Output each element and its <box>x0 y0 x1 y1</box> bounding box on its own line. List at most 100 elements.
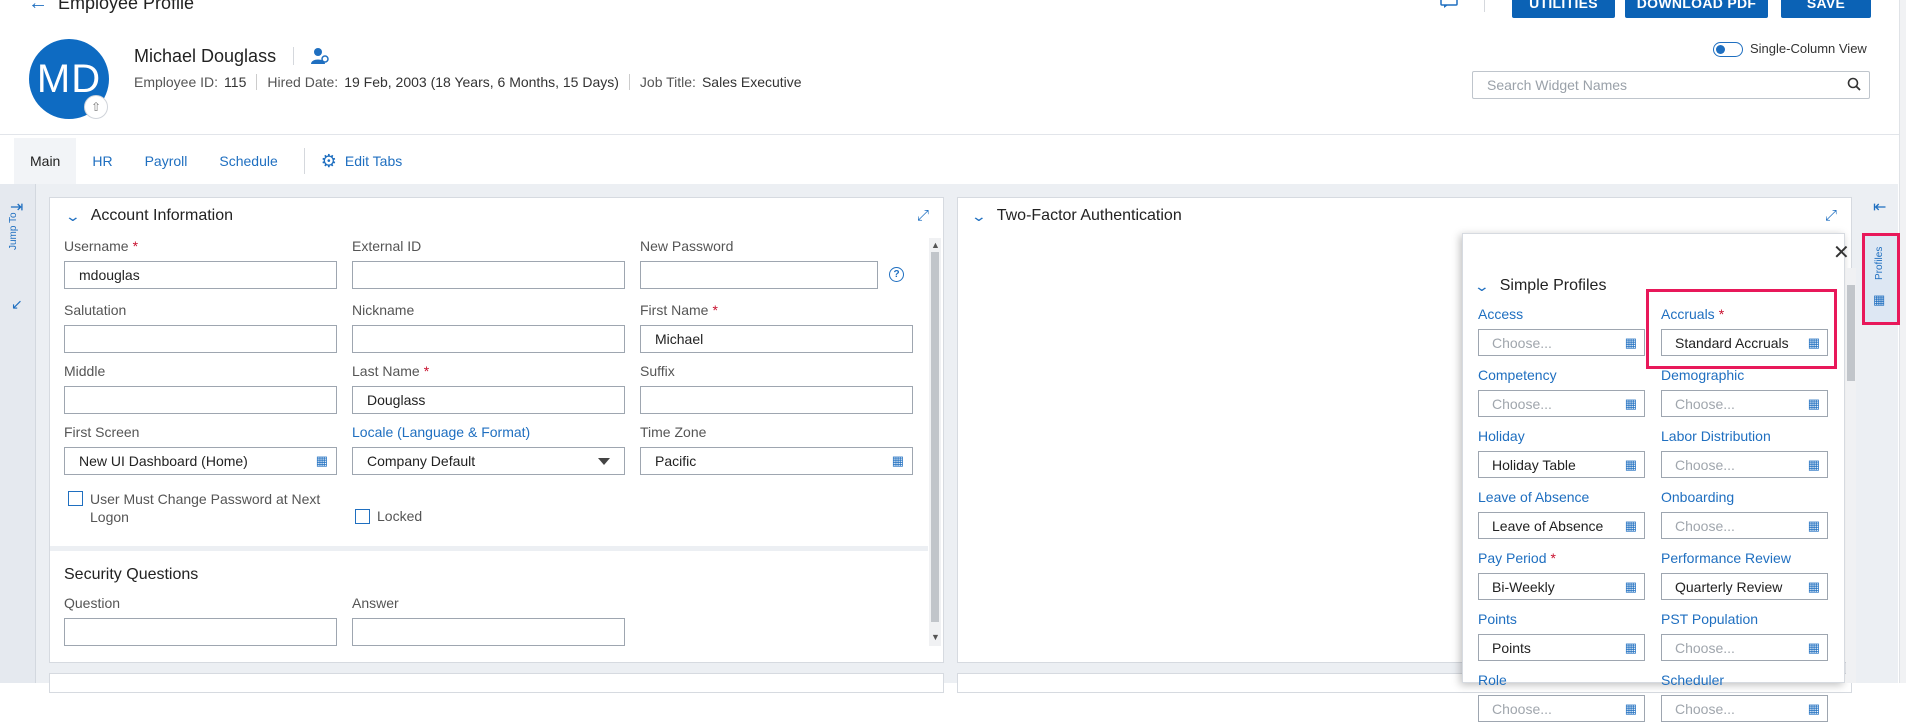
profile-label-pay-period[interactable]: Pay Period * <box>1478 550 1556 566</box>
chevron-down-icon[interactable]: ⌄ <box>1474 278 1490 295</box>
profile-input-performance-review[interactable]: Quarterly Review ▦ <box>1661 573 1828 600</box>
search-icon[interactable] <box>1847 77 1861 94</box>
lookup-icon[interactable]: ▦ <box>1808 579 1820 595</box>
lookup-icon[interactable]: ▦ <box>1625 457 1637 473</box>
lookup-icon[interactable]: ▦ <box>1808 701 1820 717</box>
lookup-icon[interactable]: ▦ <box>1625 640 1637 656</box>
collapse-left-icon[interactable]: ⇤ <box>1873 197 1886 217</box>
jump-to-label[interactable]: Jump To <box>8 212 19 250</box>
scroll-up-icon[interactable]: ▲ <box>931 240 940 250</box>
new-password-input[interactable] <box>640 261 878 289</box>
profile-label-competency[interactable]: Competency <box>1478 367 1557 383</box>
locale-select[interactable]: Company Default <box>352 447 625 475</box>
first-screen-input[interactable]: New UI Dashboard (Home) ▦ <box>64 447 337 475</box>
lookup-icon[interactable]: ▦ <box>1625 335 1637 351</box>
profile-input-access[interactable]: Choose... ▦ <box>1478 329 1645 356</box>
profile-input-demographic[interactable]: Choose... ▦ <box>1661 390 1828 417</box>
tab-hr[interactable]: HR <box>76 138 128 184</box>
lookup-icon[interactable]: ▦ <box>1625 518 1637 534</box>
chevron-down-icon[interactable]: ⌄ <box>65 208 81 225</box>
suffix-label: Suffix <box>640 363 675 379</box>
lookup-icon[interactable]: ▦ <box>1625 396 1637 412</box>
tab-bar: Main HR Payroll Schedule ⚙ Edit Tabs <box>0 138 1898 184</box>
last-name-input[interactable]: Douglass <box>352 386 625 414</box>
chat-icon[interactable] <box>1440 0 1458 11</box>
user-settings-icon[interactable] <box>310 47 330 68</box>
profile-input-pay-period[interactable]: Bi-Weekly ▦ <box>1478 573 1645 600</box>
profile-input-competency[interactable]: Choose... ▦ <box>1478 390 1645 417</box>
profiles-scrollbar-thumb[interactable] <box>1847 285 1855 381</box>
question-input[interactable] <box>64 618 337 646</box>
expand-icon[interactable]: ⤢ <box>917 207 929 224</box>
salutation-label: Salutation <box>64 302 127 318</box>
tab-schedule[interactable]: Schedule <box>203 138 293 184</box>
section-divider <box>50 546 928 551</box>
profile-label-leave-of-absence[interactable]: Leave of Absence <box>1478 489 1589 505</box>
profile-label-pst-population[interactable]: PST Population <box>1661 611 1758 627</box>
username-input[interactable]: mdouglas <box>64 261 337 289</box>
single-column-toggle[interactable] <box>1713 42 1743 57</box>
widget-search-input[interactable]: Search Widget Names <box>1472 71 1870 99</box>
profile-input-pst-population[interactable]: Choose... ▦ <box>1661 634 1828 661</box>
profile-label-holiday[interactable]: Holiday <box>1478 428 1525 444</box>
suffix-input[interactable] <box>640 386 913 414</box>
account-scrollbar-thumb[interactable] <box>931 252 939 622</box>
lookup-icon[interactable]: ▦ <box>1625 701 1637 717</box>
salutation-input[interactable] <box>64 325 337 353</box>
download-pdf-button[interactable]: DOWNLOAD PDF <box>1625 0 1768 18</box>
chevron-down-icon[interactable]: ⌄ <box>971 208 987 225</box>
two-factor-header[interactable]: ⌄ Two-Factor Authentication <box>971 207 1182 225</box>
help-icon[interactable]: ? <box>889 267 904 282</box>
profile-input-leave-of-absence[interactable]: Leave of Absence ▦ <box>1478 512 1645 539</box>
must-change-password-checkbox[interactable] <box>68 491 83 506</box>
lookup-icon[interactable]: ▦ <box>1808 457 1820 473</box>
profile-input-role[interactable]: Choose... ▦ <box>1478 695 1645 722</box>
back-link[interactable]: ← Employee Profile <box>28 0 194 15</box>
page-scrollbar[interactable] <box>1899 0 1906 683</box>
external-id-input[interactable] <box>352 261 625 289</box>
scroll-down-icon[interactable]: ▼ <box>931 632 940 642</box>
profile-input-holiday[interactable]: Holiday Table ▦ <box>1478 451 1645 478</box>
employee-meta: Employee ID: 115 Hired Date: 19 Feb, 200… <box>134 74 802 90</box>
new-password-label: New Password <box>640 238 734 254</box>
close-icon[interactable]: ✕ <box>1833 240 1850 265</box>
lookup-icon[interactable]: ▦ <box>1808 640 1820 656</box>
profile-label-role[interactable]: Role <box>1478 672 1507 688</box>
profile-input-labor-distribution[interactable]: Choose... ▦ <box>1661 451 1828 478</box>
profile-label-points[interactable]: Points <box>1478 611 1517 627</box>
profile-label-demographic[interactable]: Demographic <box>1661 367 1744 383</box>
profile-input-onboarding[interactable]: Choose... ▦ <box>1661 512 1828 539</box>
lookup-icon[interactable]: ▦ <box>1625 579 1637 595</box>
save-button[interactable]: SAVE <box>1781 0 1871 18</box>
lookup-icon[interactable]: ▦ <box>1808 396 1820 412</box>
locked-checkbox[interactable] <box>355 509 370 524</box>
accruals-highlight <box>1646 289 1837 369</box>
first-name-input[interactable]: Michael <box>640 325 913 353</box>
nickname-input[interactable] <box>352 325 625 353</box>
upload-icon[interactable]: ⇧ <box>84 95 108 119</box>
profile-label-labor-distribution[interactable]: Labor Distribution <box>1661 428 1771 444</box>
tab-main[interactable]: Main <box>14 138 77 184</box>
profile-label-onboarding[interactable]: Onboarding <box>1661 489 1734 505</box>
simple-profiles-header[interactable]: ⌄ Simple Profiles <box>1474 277 1607 295</box>
lookup-icon[interactable]: ▦ <box>316 453 328 469</box>
locale-label[interactable]: Locale (Language & Format) <box>352 424 530 440</box>
profile-input-points[interactable]: Points ▦ <box>1478 634 1645 661</box>
time-zone-input[interactable]: Pacific ▦ <box>640 447 913 475</box>
profile-label-access[interactable]: Access <box>1478 306 1523 322</box>
answer-input[interactable] <box>352 618 625 646</box>
profile-label-scheduler[interactable]: Scheduler <box>1661 672 1724 688</box>
middle-input[interactable] <box>64 386 337 414</box>
tab-payroll[interactable]: Payroll <box>129 138 204 184</box>
expand-icon[interactable]: ⤢ <box>1825 207 1837 224</box>
lookup-icon[interactable]: ▦ <box>892 453 904 469</box>
edit-tabs-button[interactable]: ⚙ Edit Tabs <box>321 151 402 172</box>
profile-input-scheduler[interactable]: Choose... ▦ <box>1661 695 1828 722</box>
chevron-down-icon[interactable] <box>598 458 610 465</box>
jump-to-icon[interactable]: ↙ <box>11 296 23 313</box>
profile-label-performance-review[interactable]: Performance Review <box>1661 550 1791 566</box>
account-information-header[interactable]: ⌄ Account Information <box>65 207 233 225</box>
lookup-icon[interactable]: ▦ <box>1808 518 1820 534</box>
back-arrow-icon[interactable]: ← <box>28 0 48 15</box>
utilities-button[interactable]: UTILITIES <box>1512 0 1615 18</box>
